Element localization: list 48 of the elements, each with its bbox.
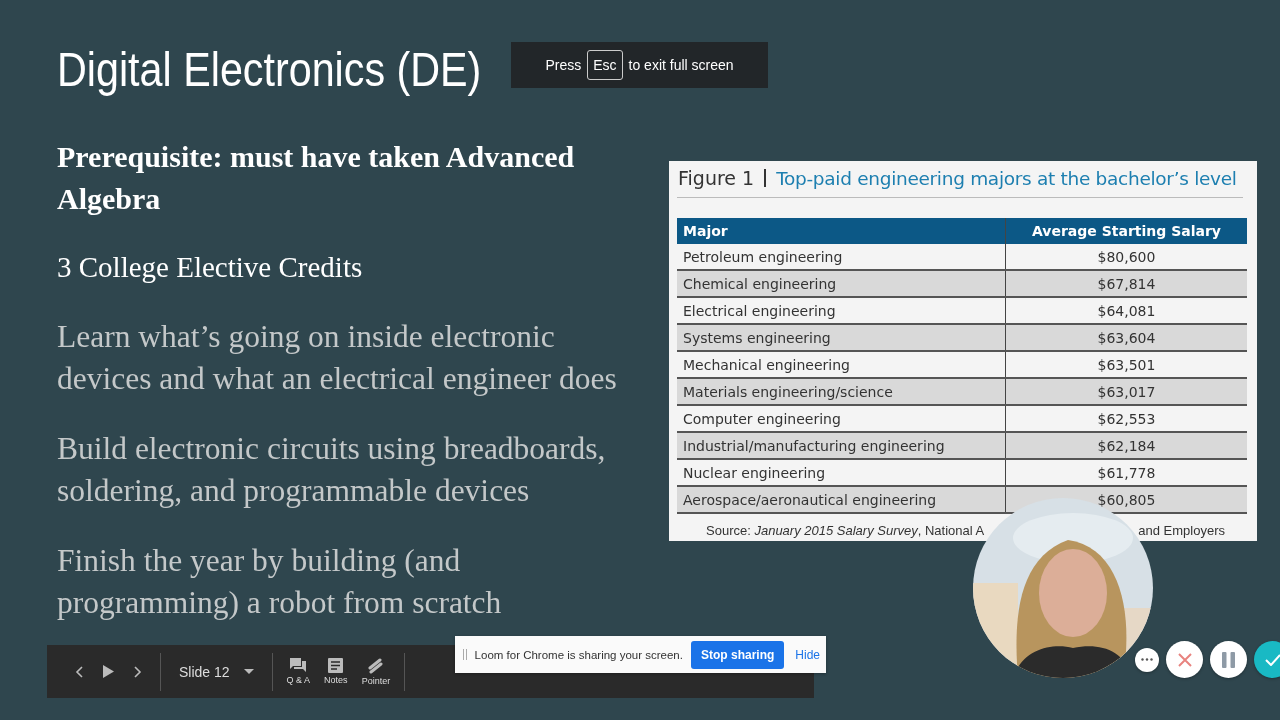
- bullet-paragraph: Learn what’s going on inside electronic devices and what an electrical engineer does: [57, 318, 618, 398]
- slide-title: Digital Electronics (DE): [57, 42, 482, 98]
- slide-dropdown[interactable]: Slide 12: [161, 663, 272, 680]
- play-icon[interactable]: [103, 665, 114, 678]
- caret-icon: [243, 669, 254, 674]
- table-cell: Systems engineering: [677, 324, 1006, 351]
- table-cell: $63,604: [1005, 324, 1247, 351]
- close-icon: [1177, 652, 1192, 667]
- hint-text: to exit full screen: [628, 57, 734, 73]
- column-header: Major: [677, 218, 1006, 244]
- separator-bar: [764, 169, 767, 187]
- pause-button[interactable]: [1210, 641, 1247, 678]
- next-icon[interactable]: [134, 665, 142, 678]
- key-label: Esc: [587, 50, 623, 80]
- toolbar-button[interactable]: Pointer: [361, 657, 391, 686]
- cancel-button[interactable]: [1166, 641, 1203, 678]
- table-cell: $63,017: [1005, 378, 1247, 405]
- more-icon: [1141, 658, 1153, 661]
- chat-icon: [290, 657, 307, 673]
- hint-text: Press: [545, 57, 582, 73]
- drag-handle[interactable]: [463, 649, 467, 660]
- notes-icon: [328, 657, 344, 673]
- stop-sharing-button[interactable]: Stop sharing: [690, 640, 785, 669]
- table-cell: Aerospace/aeronautical engineering: [677, 486, 1006, 513]
- bullet-paragraph: Build electronic circuits using breadboards, soldering, and programmable devices: [57, 430, 607, 510]
- figure-title: Top-paid engineering majors at the bachelor’s level: [776, 167, 1237, 189]
- figure-label: Figure 1: [678, 167, 755, 189]
- pointer-icon: [368, 657, 384, 674]
- table-cell: Materials engineering/science: [677, 378, 1006, 405]
- table-cell: Chemical engineering: [677, 270, 1006, 297]
- source-text: Source: January 2015 Salary Survey, National A: [706, 523, 985, 538]
- source-text: and Employers: [1138, 523, 1225, 538]
- hide-link[interactable]: Hide: [795, 647, 820, 662]
- more-button[interactable]: [1135, 647, 1159, 672]
- column-header: Average Starting Salary: [1005, 218, 1247, 244]
- pause-icon: [1222, 651, 1235, 668]
- prerequisite-text: Prerequisite: must have taken Advanced Algebra: [57, 139, 576, 217]
- toolbar-button[interactable]: Notes: [324, 657, 348, 686]
- sharing-message: Loom for Chrome is sharing your screen.: [474, 648, 683, 661]
- table-cell: $67,814: [1005, 270, 1247, 297]
- bullet-paragraph: Finish the year by building (and programming) a robot from scratch: [57, 542, 503, 622]
- finish-button[interactable]: [1254, 641, 1280, 678]
- table-cell: $62,184: [1005, 432, 1247, 459]
- check-icon: [1264, 653, 1280, 666]
- table-cell: Industrial/manufacturing engineering: [677, 432, 1006, 459]
- toolbar-button[interactable]: Q & A: [286, 657, 311, 686]
- credits-text: 3 College Elective Credits: [57, 250, 363, 285]
- previous-icon[interactable]: [75, 665, 83, 678]
